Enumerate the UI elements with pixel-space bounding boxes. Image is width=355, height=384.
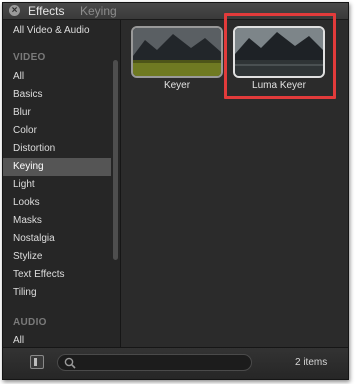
item-count: 2 items [295, 357, 328, 368]
window-title: Effects [28, 4, 65, 18]
window-subtitle: Keying [80, 4, 117, 18]
sidebar-item-tiling[interactable]: Tiling [3, 284, 111, 302]
red-highlight-box [224, 13, 336, 99]
sidebar-item-all[interactable]: All [3, 68, 111, 86]
sidebar-item-keying[interactable]: Keying [3, 158, 111, 176]
sidebar-item-stylize[interactable]: Stylize [3, 248, 111, 266]
audio-section-header: AUDIO [13, 317, 47, 328]
sidebar-item-text-effects[interactable]: Text Effects [3, 266, 111, 284]
video-section-header: VIDEO [13, 52, 46, 63]
bottom-toolbar: 2 items [3, 347, 348, 379]
sidebar-item-light[interactable]: Light [3, 176, 111, 194]
sidebar-scrollbar[interactable] [113, 60, 118, 260]
sidebar-item-all-video-audio[interactable]: All Video & Audio [3, 22, 111, 40]
effects-window: × Effects Keying All Video & Audio VIDEO… [2, 2, 349, 380]
sidebar-item-distortion[interactable]: Distortion [3, 140, 111, 158]
sidebar-item-basics[interactable]: Basics [3, 86, 111, 104]
sidebar-item-looks[interactable]: Looks [3, 194, 111, 212]
mountain-landscape-image [133, 28, 221, 76]
sidebar-item-masks[interactable]: Masks [3, 212, 111, 230]
sidebar-item-blur[interactable]: Blur [3, 104, 111, 122]
sidebar-item-nostalgia[interactable]: Nostalgia [3, 230, 111, 248]
close-icon[interactable]: × [9, 5, 20, 16]
category-sidebar: All Video & Audio VIDEO All Basics Blur … [3, 20, 121, 347]
search-input[interactable] [57, 354, 252, 371]
search-icon [64, 357, 76, 369]
keyer-label: Keyer [163, 80, 191, 91]
sidebar-item-color[interactable]: Color [3, 122, 111, 140]
keyer-thumbnail[interactable] [131, 26, 223, 78]
sidebar-toggle-icon[interactable] [30, 355, 44, 369]
